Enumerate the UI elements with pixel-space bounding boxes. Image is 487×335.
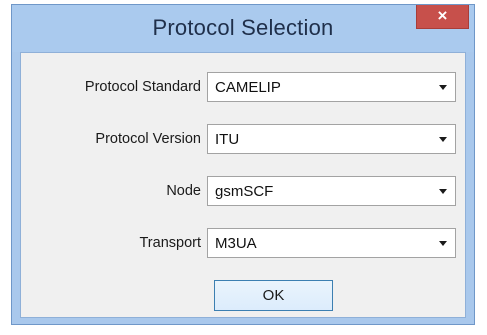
protocol-version-row: Protocol Version ITU xyxy=(21,124,465,154)
dialog-title: Protocol Selection xyxy=(152,15,334,40)
node-label: Node xyxy=(166,183,201,199)
protocol-standard-row: Protocol Standard CAMELIP xyxy=(21,72,465,102)
title-bar[interactable]: Protocol Selection × xyxy=(12,5,474,52)
transport-value: M3UA xyxy=(215,235,257,252)
node-value: gsmSCF xyxy=(215,183,274,200)
dialog-body: Protocol Standard CAMELIP Protocol Versi… xyxy=(20,52,466,318)
node-row: Node gsmSCF xyxy=(21,176,465,206)
protocol-standard-label: Protocol Standard xyxy=(84,79,201,95)
protocol-version-value: ITU xyxy=(215,131,240,148)
protocol-standard-dropdown[interactable]: CAMELIP xyxy=(207,72,456,102)
protocol-standard-value: CAMELIP xyxy=(215,79,281,96)
transport-dropdown[interactable]: M3UA xyxy=(207,228,456,258)
transport-row: Transport M3UA xyxy=(21,228,465,258)
protocol-selection-dialog: Protocol Selection × Protocol Standard C… xyxy=(11,4,475,325)
ok-button[interactable]: OK xyxy=(214,280,333,311)
protocol-version-label: Protocol Version xyxy=(95,131,201,147)
chevron-down-icon xyxy=(439,85,447,90)
protocol-version-dropdown[interactable]: ITU xyxy=(207,124,456,154)
transport-label: Transport xyxy=(139,235,201,251)
close-button[interactable]: × xyxy=(416,5,469,29)
chevron-down-icon xyxy=(439,189,447,194)
chevron-down-icon xyxy=(439,241,447,246)
chevron-down-icon xyxy=(439,137,447,142)
node-dropdown[interactable]: gsmSCF xyxy=(207,176,456,206)
close-icon: × xyxy=(437,6,448,25)
